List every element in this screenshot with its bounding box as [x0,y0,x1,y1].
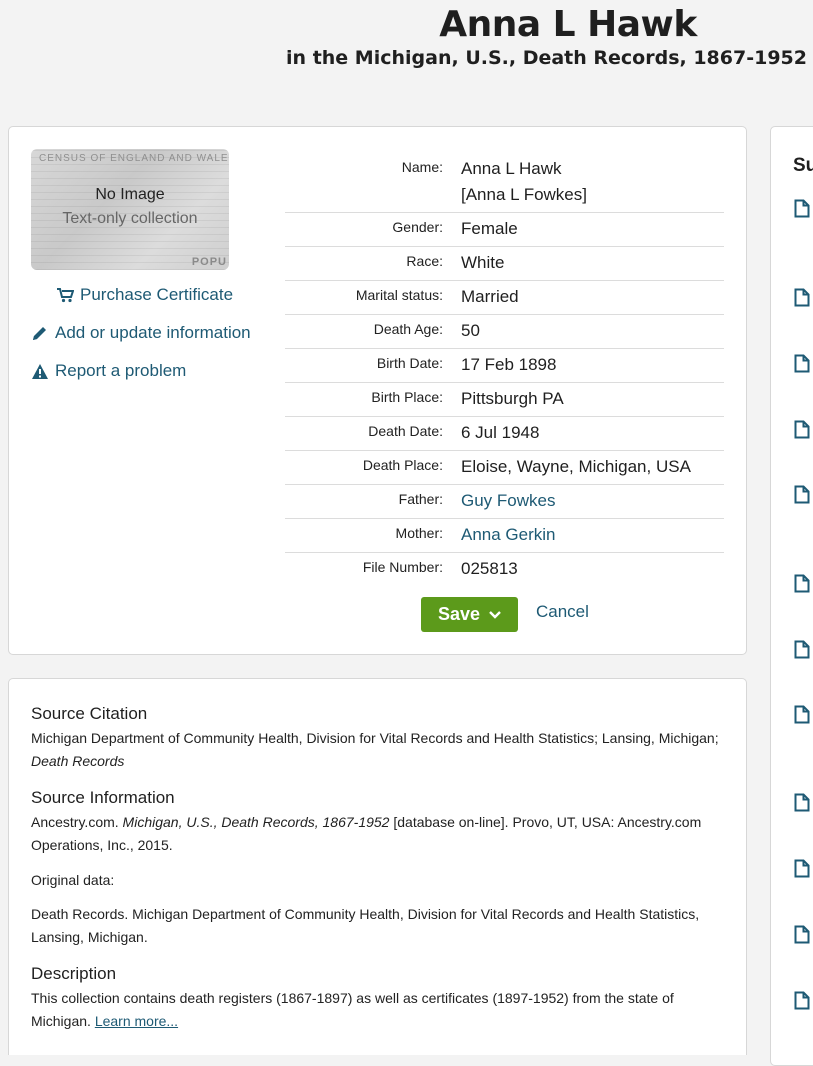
field-label: Marital status: [355,287,443,303]
add-update-info-label[interactable]: Add or update information [55,323,251,343]
field-label: File Number: [362,559,443,575]
purchase-certificate-label[interactable]: Purchase Certificate [80,285,233,305]
field-row-mother: Mother: Anna Gerkin [285,519,724,553]
suggested-records-panel: Su [770,126,813,1066]
save-button-label: Save [437,604,481,624]
cancel-button[interactable]: Cancel [536,602,589,622]
document-icon[interactable] [794,793,810,812]
field-label: Name: [401,159,443,175]
document-icon[interactable] [794,485,810,504]
original-data-text: Death Records. Michigan Department of Co… [31,906,700,945]
page-title: Anna L Hawk [439,4,697,45]
warning-icon [32,363,48,379]
mother-link[interactable]: Anna Gerkin [461,519,556,552]
field-row-file-number: File Number: 025813 [285,553,724,586]
learn-more-link[interactable]: Learn more... [95,1013,178,1029]
field-value: 6 Jul 1948 [461,423,540,442]
watermark-top: CENSUS OF ENGLAND AND WALES, [39,153,229,164]
field-row-death-age: Death Age: 50 [285,315,724,349]
record-card: CENSUS OF ENGLAND AND WALES, POPU No Ima… [8,126,747,655]
purchase-certificate-link[interactable]: Purchase Certificate [56,285,233,305]
pencil-icon [33,327,46,340]
field-label: Mother: [395,525,443,541]
field-row-birth-date: Birth Date: 17 Feb 1898 [285,349,724,383]
document-icon[interactable] [794,991,810,1010]
field-label: Death Date: [368,423,443,439]
source-citation-heading: Source Citation [31,704,148,723]
source-card: Source Citation Michigan Department of C… [8,678,747,1055]
field-value: 50 [461,321,480,340]
document-icon[interactable] [794,199,810,218]
save-button[interactable]: Save [421,597,518,632]
field-label: Death Age: [373,321,443,337]
report-problem-link[interactable]: Report a problem [31,361,186,381]
report-problem-label[interactable]: Report a problem [55,361,186,381]
field-value: Pittsburgh PA [461,389,564,408]
field-label: Birth Place: [371,389,443,405]
collection-subtitle[interactable]: in the Michigan, U.S., Death Records, 18… [286,47,807,69]
document-icon[interactable] [794,574,810,593]
field-label: Birth Date: [376,355,443,371]
field-value: Eloise, Wayne, Michigan, USA [461,457,691,476]
document-icon[interactable] [794,640,810,659]
suggested-records-heading: Su [793,155,813,176]
original-data-label: Original data: [31,872,115,888]
document-icon[interactable] [794,354,810,373]
field-row-death-place: Death Place: Eloise, Wayne, Michigan, US… [285,451,724,485]
cart-icon [57,288,74,303]
chevron-down-icon [489,610,501,619]
field-row-birth-place: Birth Place: Pittsburgh PA [285,383,724,417]
field-label: Gender: [392,219,443,235]
watermark-bottom: POPU [191,256,227,268]
field-row-race: Race: White [285,247,724,281]
field-row-name: Name: Anna L Hawk [Anna L Fowkes] [285,153,724,213]
field-value: Married [461,287,519,306]
document-icon[interactable] [794,705,810,724]
no-image-label: No Image [95,186,165,203]
record-image-placeholder: CENSUS OF ENGLAND AND WALES, POPU No Ima… [31,149,229,270]
name-value: Anna L Hawk [461,159,562,178]
description-heading: Description [31,964,117,983]
document-icon[interactable] [794,288,810,307]
field-row-marital-status: Marital status: Married [285,281,724,315]
alt-name-value: [Anna L Fowkes] [461,185,587,204]
field-row-father: Father: Guy Fowkes [285,485,724,519]
document-icon[interactable] [794,859,810,878]
field-row-gender: Gender: Female [285,213,724,247]
source-citation-text: Michigan Department of Community Health,… [31,730,719,769]
description-text: This collection contains death registers… [31,990,674,1029]
field-label: Father: [398,491,443,507]
field-value: 17 Feb 1898 [461,355,557,374]
field-label: Race: [406,253,443,269]
field-row-death-date: Death Date: 6 Jul 1948 [285,417,724,451]
source-information-heading: Source Information [31,788,175,807]
source-information-text: Ancestry.com. Michigan, U.S., Death Reco… [31,814,702,853]
field-value: 025813 [461,559,518,578]
field-value: White [461,253,505,272]
page-header: Anna L Hawk in the Michigan, U.S., Death… [0,0,813,110]
add-update-info-link[interactable]: Add or update information [31,323,251,343]
record-fields: Name: Anna L Hawk [Anna L Fowkes] Gender… [285,153,724,586]
field-value: Female [461,219,518,238]
father-link[interactable]: Guy Fowkes [461,485,555,518]
text-only-label: Text-only collection [62,210,198,227]
field-value: Anna L Hawk [Anna L Fowkes] [461,153,587,212]
field-label: Death Place: [362,457,443,473]
document-icon[interactable] [794,925,810,944]
document-icon[interactable] [794,420,810,439]
